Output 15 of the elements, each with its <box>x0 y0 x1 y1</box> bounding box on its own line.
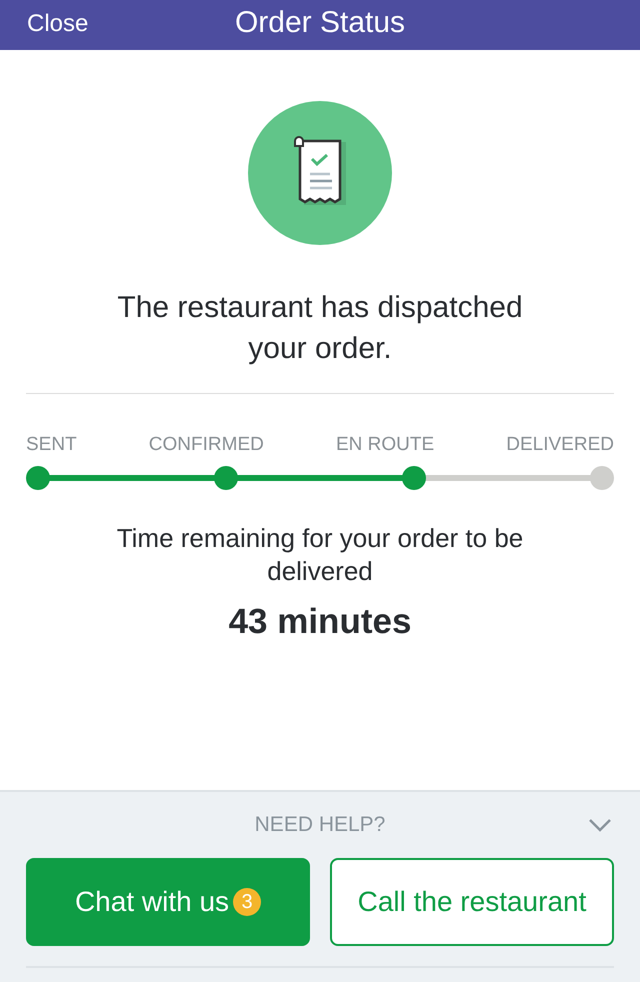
step-label: DELIVERED <box>506 434 614 456</box>
receipt-check-icon <box>248 101 392 245</box>
chevron-down-icon[interactable] <box>588 818 612 832</box>
help-title: NEED HELP? <box>254 813 386 837</box>
time-remaining-value: 43 minutes <box>228 602 412 642</box>
close-button[interactable]: Close <box>27 10 88 38</box>
step-label: CONFIRMED <box>148 434 264 456</box>
call-button[interactable]: Call the restaurant <box>330 858 614 946</box>
chat-button[interactable]: Chat with us 3 <box>26 858 310 946</box>
status-message: The restaurant has dispatched your order. <box>116 290 524 367</box>
step-label: EN ROUTE <box>336 434 434 456</box>
time-remaining-label: Time remaining for your order to be delivered <box>116 522 524 588</box>
header-title: Order Status <box>234 6 406 40</box>
step-label: SENT <box>26 434 77 456</box>
unread-badge: 3 <box>233 888 262 916</box>
